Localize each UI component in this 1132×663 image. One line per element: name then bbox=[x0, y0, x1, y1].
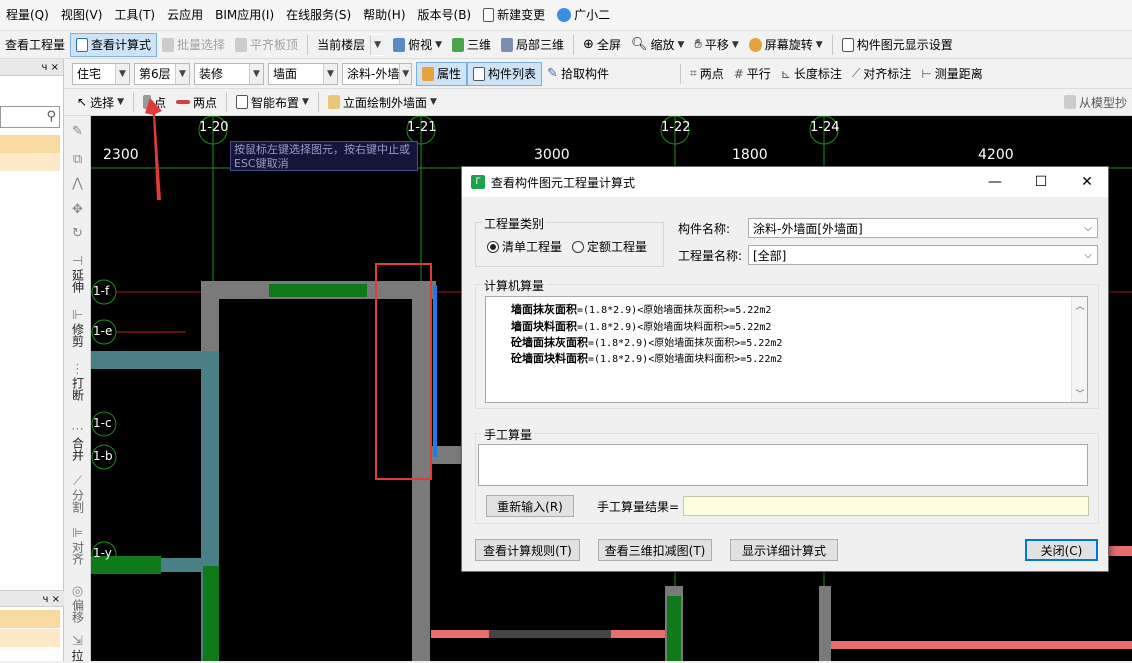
show-detail-formula-button[interactable]: 显示详细计算式 bbox=[730, 539, 838, 561]
radio-list-quantity[interactable]: 清单工程量 bbox=[487, 238, 562, 255]
component-name-label: 构件名称: bbox=[678, 222, 731, 236]
radio-checked-icon bbox=[487, 240, 499, 253]
minimize-button[interactable]: — bbox=[972, 167, 1018, 197]
component-name-value: 涂料-外墙面[外墙面] bbox=[753, 221, 863, 236]
scroll-up-icon[interactable]: ︿ bbox=[1072, 299, 1088, 312]
calc-line: 墙面块料面积=(1.8*2.9)<原始墙面块料面积>=5.22m2 bbox=[511, 320, 772, 333]
radio-quota-quantity[interactable]: 定额工程量 bbox=[572, 238, 647, 255]
calc-line: 砼墙面块料面积=(1.8*2.9)<原始墙面块料面积>=5.22m2 bbox=[511, 352, 783, 365]
computer-calc-group: 计算机算量 墙面抹灰面积=(1.8*2.9)<原始墙面抹灰面积>=5.22m2 … bbox=[475, 277, 1099, 409]
annotation-arrow-up bbox=[145, 98, 162, 200]
chevron-down-icon: ⌵ bbox=[1084, 222, 1092, 234]
radio-list-label: 清单工程量 bbox=[502, 240, 563, 254]
quantity-type-group: 工程量类别 清单工程量 定额工程量 bbox=[475, 215, 664, 267]
radio-quota-label: 定额工程量 bbox=[587, 240, 648, 254]
calc-line: 砼墙面抹灰面积=(1.8*2.9)<原始墙面抹灰面积>=5.22m2 bbox=[511, 336, 783, 349]
manual-result-label: 手工算量结果= bbox=[597, 500, 680, 514]
component-name-select[interactable]: 涂料-外墙面[外墙面] ⌵ bbox=[748, 218, 1098, 238]
calc-line: 墙面抹灰面积=(1.8*2.9)<原始墙面抹灰面积>=5.22m2 bbox=[511, 303, 772, 316]
calc-group-label: 计算机算量 bbox=[482, 277, 547, 294]
manual-calc-group: 手工算量 重新输入(R) 手工算量结果= bbox=[475, 426, 1099, 524]
quantity-name-label: 工程量名称: bbox=[678, 249, 743, 263]
view-rules-button[interactable]: 查看计算规则(T) bbox=[475, 539, 580, 561]
close-window-button[interactable]: ✕ bbox=[1064, 167, 1110, 197]
radio-unchecked-icon bbox=[572, 240, 585, 253]
app-icon: Γ bbox=[471, 175, 485, 189]
close-dialog-button[interactable]: 关闭(C) bbox=[1025, 539, 1098, 561]
manual-group-label: 手工算量 bbox=[482, 426, 535, 443]
maximize-button[interactable]: ☐ bbox=[1018, 167, 1064, 197]
scroll-down-icon[interactable]: ﹀ bbox=[1072, 387, 1088, 400]
reenter-button[interactable]: 重新输入(R) bbox=[486, 495, 574, 517]
calc-formula-box[interactable]: 墙面抹灰面积=(1.8*2.9)<原始墙面抹灰面积>=5.22m2 墙面块料面积… bbox=[485, 296, 1088, 403]
manual-calc-input[interactable] bbox=[478, 444, 1088, 486]
quantity-type-label: 工程量类别 bbox=[482, 215, 547, 232]
quantity-name-value: [全部] bbox=[753, 248, 787, 263]
calc-scrollbar[interactable]: ︿ ﹀ bbox=[1071, 297, 1087, 402]
dialog-titlebar[interactable]: Γ 查看构件图元工程量计算式 — ☐ ✕ bbox=[462, 167, 1108, 197]
quantity-name-select[interactable]: [全部] ⌵ bbox=[748, 245, 1098, 265]
quantity-formula-dialog: Γ 查看构件图元工程量计算式 — ☐ ✕ 工程量类别 清单工程量 定额工程量 构… bbox=[461, 166, 1109, 572]
dialog-title: 查看构件图元工程量计算式 bbox=[491, 175, 636, 190]
chevron-down-icon: ⌵ bbox=[1084, 249, 1092, 261]
manual-result-field[interactable] bbox=[683, 496, 1089, 516]
view-3d-deduction-button[interactable]: 查看三维扣减图(T) bbox=[598, 539, 712, 561]
